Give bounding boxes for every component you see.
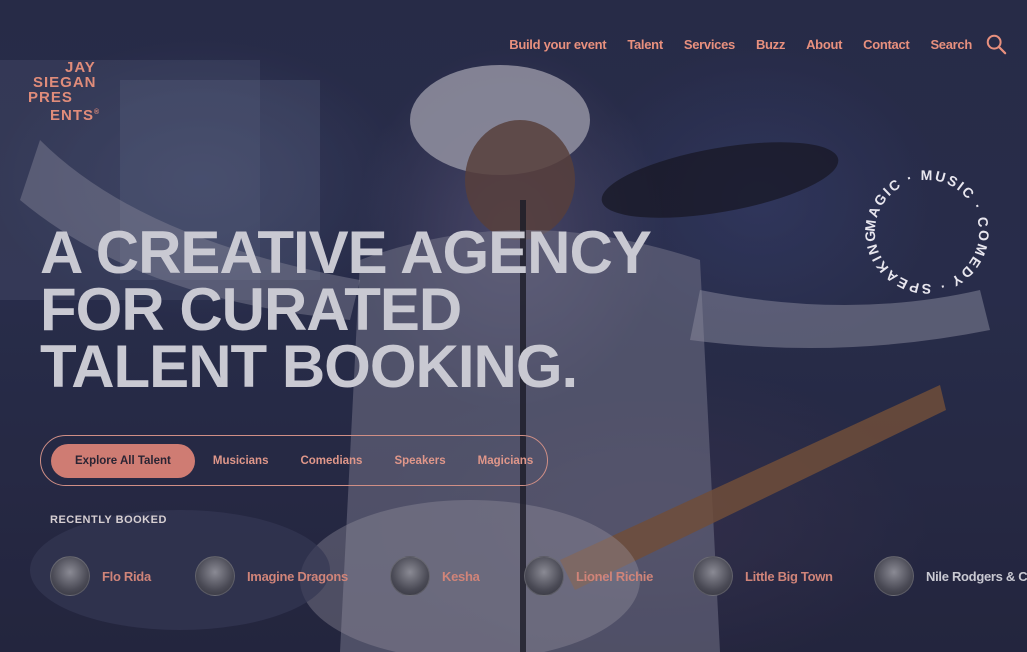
booked-name: Flo Rida: [102, 568, 151, 584]
main-nav: Build your event Talent Services Buzz Ab…: [509, 33, 1007, 55]
booked-name: Nile Rodgers & Chic: [926, 568, 1027, 584]
filter-speakers[interactable]: Speakers: [378, 455, 461, 467]
avatar: [195, 556, 235, 596]
headline-line-1: A CREATIVE AGENCY: [40, 219, 652, 286]
avatar: [693, 556, 733, 596]
hero-headline: A CREATIVE AGENCY FOR CURATED TALENT BOO…: [40, 219, 760, 400]
filter-magicians[interactable]: Magicians: [462, 455, 550, 467]
booked-item-kesha[interactable]: Kesha: [390, 556, 480, 596]
search-icon[interactable]: [985, 33, 1007, 55]
booked-item-nile-rodgers[interactable]: Nile Rodgers & Chic: [874, 556, 1027, 596]
nav-talent[interactable]: Talent: [627, 37, 663, 52]
avatar: [390, 556, 430, 596]
nav-about[interactable]: About: [806, 37, 842, 52]
booked-name: Lionel Richie: [576, 568, 654, 584]
nav-search[interactable]: Search: [930, 37, 972, 52]
brand-logo[interactable]: JAY SIEGAN PRES ENTS®: [28, 60, 108, 123]
booked-name: Imagine Dragons: [247, 568, 348, 584]
filter-explore-all-talent[interactable]: Explore All Talent: [51, 443, 195, 478]
nav-contact[interactable]: Contact: [863, 37, 910, 52]
logo-line-2: SIEGAN: [33, 74, 97, 91]
category-circle-badge: MAGIC · MUSIC · COMEDY · SPEAKING ·: [857, 162, 992, 297]
booked-item-lionel-richie[interactable]: Lionel Richie: [524, 556, 653, 596]
booked-item-imagine-dragons[interactable]: Imagine Dragons: [195, 556, 348, 596]
nav-services[interactable]: Services: [684, 37, 735, 52]
talent-filter-bar: Explore All Talent Musicians Comedians S…: [40, 435, 548, 486]
booked-name: Kesha: [442, 568, 480, 584]
avatar: [50, 556, 90, 596]
filter-musicians[interactable]: Musicians: [197, 455, 285, 467]
nav-build-your-event[interactable]: Build your event: [509, 37, 606, 52]
recently-booked-heading: RECENTLY BOOKED: [50, 514, 167, 526]
booked-name: Little Big Town: [745, 568, 833, 584]
headline-line-2: FOR CURATED: [40, 276, 462, 343]
avatar: [874, 556, 914, 596]
filter-comedians[interactable]: Comedians: [284, 455, 378, 467]
logo-line-3: PRES: [28, 89, 73, 106]
badge-text: MAGIC · MUSIC · COMEDY · SPEAKING ·: [857, 162, 990, 297]
logo-line-4: ENTS®: [50, 107, 101, 124]
svg-text:MAGIC · MUSIC · COMEDY · SPEAK: MAGIC · MUSIC · COMEDY · SPEAKING ·: [857, 162, 992, 297]
booked-item-flo-rida[interactable]: Flo Rida: [50, 556, 151, 596]
logo-line-1: JAY: [65, 59, 96, 76]
nav-buzz[interactable]: Buzz: [756, 37, 785, 52]
booked-item-little-big-town[interactable]: Little Big Town: [693, 556, 833, 596]
headline-line-3: TALENT BOOKING.: [40, 333, 578, 400]
avatar: [524, 556, 564, 596]
